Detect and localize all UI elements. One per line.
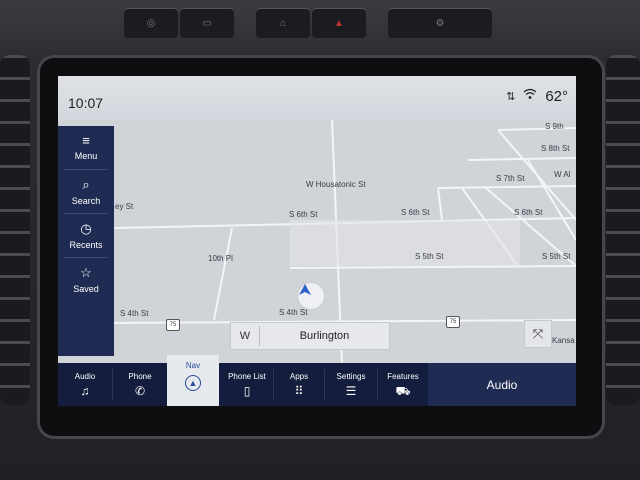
street-label: S 7th St [496, 174, 525, 183]
recenter-button[interactable]: ⤧ [524, 320, 552, 348]
clock-icon: ◷ [80, 221, 92, 236]
menu-button[interactable]: ≡ Menu [58, 126, 114, 170]
nav-tab[interactable]: Nav ▲ [167, 355, 219, 406]
street-label: ey St [115, 202, 134, 211]
nav-tab-label: Nav [185, 361, 201, 370]
street-label: W Al [554, 170, 571, 179]
saved-label: Saved [73, 284, 99, 294]
street-label: 10th Pl [208, 254, 233, 263]
car-icon: ⛟ [395, 384, 411, 398]
hazard-button: ▲ [312, 8, 366, 38]
search-button[interactable]: ⌕ Search [58, 170, 114, 214]
music-note-icon: ♫ [80, 384, 90, 398]
phone-tab-label: Phone [128, 372, 152, 381]
settings-tab[interactable]: Settings ☰ [325, 363, 377, 406]
hardware-button: ▭ [180, 8, 234, 38]
vehicle-position-icon [298, 283, 324, 309]
street-label: Kansa [552, 336, 575, 345]
hardware-button: ⚙ [388, 8, 492, 38]
street-label: S 6th St [289, 210, 318, 219]
apps-tab[interactable]: Apps ⠿ [274, 363, 324, 406]
recents-label: Recents [69, 240, 103, 250]
search-label: Search [71, 196, 101, 206]
audio-tab[interactable]: Audio ♫ [58, 363, 112, 406]
status-bar: 10:07 ⇅ 62° [58, 76, 576, 120]
hardware-button-row: ◎ ▭ ⌂ ▲ ⚙ [120, 6, 500, 40]
settings-tab-label: Settings [336, 372, 366, 381]
street-label: S 9th [545, 122, 564, 131]
hamburger-icon: ≡ [82, 133, 90, 148]
phone-list-icon: ▯ [243, 384, 251, 398]
bottom-bar: Audio ♫ Phone ✆ Nav ▲ Phone List ▯ Apps … [58, 355, 576, 406]
street-label: S 8th St [541, 144, 570, 153]
search-icon: ⌕ [82, 177, 90, 192]
street-label: S 5th St [415, 252, 444, 261]
street-label: W Housatonic St [306, 180, 366, 189]
compass-direction: W [231, 326, 260, 346]
phone-tab[interactable]: Phone ✆ [113, 363, 167, 406]
clock: 10:07 [68, 95, 104, 111]
wifi-icon [523, 87, 537, 105]
street-label: S 5th St [542, 252, 571, 261]
star-icon: ☆ [80, 265, 92, 280]
street-label: S 4th St [279, 308, 308, 317]
street-label: S 6th St [514, 208, 543, 217]
apps-tab-label: Apps [289, 372, 309, 381]
apps-grid-icon: ⠿ [294, 384, 304, 398]
status-icons: ⇅ 62° [506, 87, 568, 105]
recents-button[interactable]: ◷ Recents [58, 214, 114, 258]
hardware-button: ⌂ [256, 8, 310, 38]
infotainment-screen: 10:07 ⇅ 62° S 9th S 8th St W Housatonic … [58, 76, 576, 406]
menu-label: Menu [74, 151, 98, 161]
hardware-button: ◎ [124, 8, 178, 38]
current-street-banner: W Burlington [230, 322, 390, 350]
sliders-icon: ☰ [345, 384, 357, 398]
street-label: S 4th St [120, 309, 149, 318]
outside-temperature: 62° [545, 87, 568, 105]
features-tab-label: Features [387, 372, 419, 381]
phone-list-tab-label: Phone List [228, 372, 266, 381]
air-vent-left [0, 55, 30, 405]
data-transfer-icon: ⇅ [506, 90, 516, 103]
audio-button[interactable]: Audio [428, 363, 576, 406]
air-vent-right [606, 55, 640, 405]
navigation-map[interactable]: S 9th S 8th St W Housatonic St S 7th St … [58, 120, 576, 363]
route-shield: 75 [166, 319, 180, 331]
street-label: S 6th St [401, 208, 430, 217]
route-shield: 75 [446, 316, 460, 328]
current-street-name: Burlington [299, 330, 350, 342]
saved-button[interactable]: ☆ Saved [58, 258, 114, 302]
phone-list-tab[interactable]: Phone List ▯ [221, 363, 273, 406]
left-menu: ≡ Menu ⌕ Search ◷ Recents ☆ Saved [58, 126, 114, 356]
features-tab[interactable]: Features ⛟ [378, 363, 428, 406]
collapse-arrows-icon: ⤧ [532, 326, 544, 341]
navigation-icon: ▲ [185, 375, 201, 391]
phone-icon: ✆ [134, 384, 146, 398]
audio-tab-label: Audio [74, 372, 96, 381]
